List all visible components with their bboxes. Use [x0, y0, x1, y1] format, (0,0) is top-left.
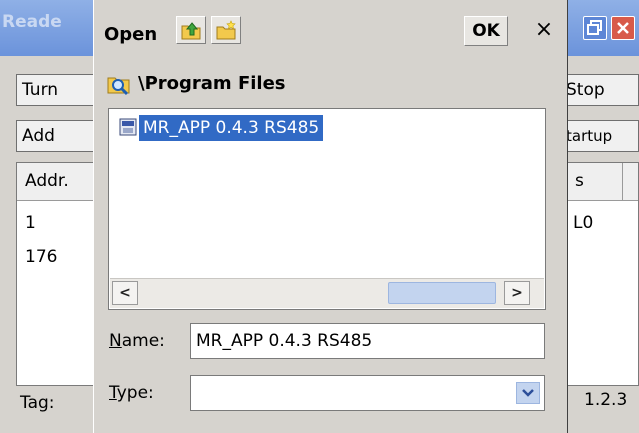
type-select[interactable]: [190, 375, 545, 411]
name-label: Name:: [109, 331, 165, 351]
file-list[interactable]: MR_APP 0.4.3 RS485 < >: [108, 108, 546, 310]
dropdown-arrow-button[interactable]: [516, 382, 540, 404]
background-window-title: Reade: [2, 12, 62, 32]
grid-header-col[interactable]: s: [567, 163, 623, 200]
grid-header-col-2[interactable]: [623, 163, 639, 200]
type-label: Type:: [109, 383, 154, 403]
grid-header-addr[interactable]: Addr.: [17, 163, 97, 200]
scroll-thumb[interactable]: [388, 282, 496, 304]
dialog-title: Open: [104, 24, 158, 45]
new-folder-button[interactable]: [211, 16, 241, 44]
startup-button[interactable]: tartup: [560, 120, 639, 152]
scroll-left-button[interactable]: <: [112, 281, 138, 305]
name-label-mnemonic: N: [109, 331, 122, 351]
type-label-mnemonic: T: [109, 383, 117, 403]
up-folder-icon: [181, 22, 201, 40]
up-folder-button[interactable]: [176, 16, 206, 44]
background-close-button[interactable]: [611, 16, 635, 40]
restore-icon: [587, 20, 602, 35]
stop-button[interactable]: Stop: [560, 74, 639, 106]
name-label-text: ame:: [121, 331, 165, 351]
new-folder-icon: [216, 20, 236, 40]
restore-button[interactable]: [583, 16, 607, 40]
grid-cell-value: L0: [573, 213, 594, 233]
grid-cell-addr: 176: [25, 247, 58, 267]
grid-cell-addr: 1: [25, 213, 36, 233]
folder-search-icon: [107, 77, 130, 96]
tag-label: Tag:: [20, 393, 55, 413]
path-label: \Program Files: [138, 73, 286, 94]
name-field[interactable]: MR_APP 0.4.3 RS485: [190, 323, 545, 359]
scroll-right-button[interactable]: >: [504, 281, 530, 305]
dialog-close-button[interactable]: ×: [529, 16, 559, 46]
ok-button[interactable]: OK: [464, 16, 508, 46]
close-icon: [617, 22, 629, 34]
version-label: 1.2.3: [584, 390, 628, 410]
dropdown-arrow-icon: [522, 389, 534, 397]
file-icon: [119, 118, 137, 136]
open-dialog: Open OK × \Program Files MR_APP 0.4.3 RS…: [93, 0, 568, 433]
type-label-text: ype:: [116, 383, 154, 403]
file-name-label: MR_APP 0.4.3 RS485: [139, 115, 324, 141]
horizontal-scrollbar[interactable]: < >: [110, 278, 544, 308]
